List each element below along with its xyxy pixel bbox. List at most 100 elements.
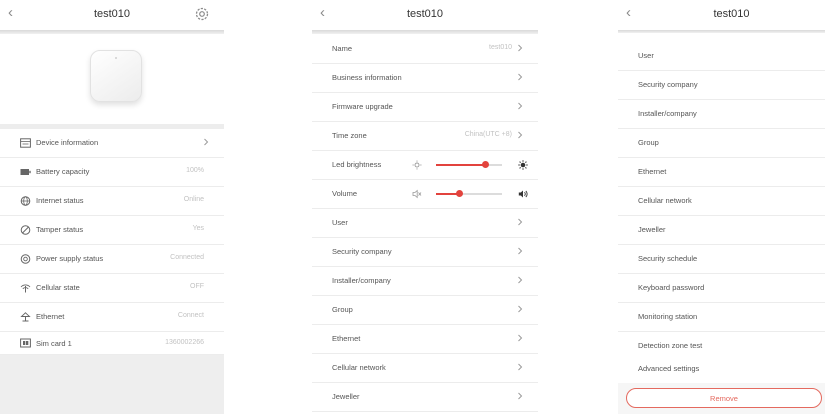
row-monitoring-station[interactable]: Monitoring station — [618, 303, 825, 332]
row-group[interactable]: Group — [618, 129, 825, 158]
row-power-supply-status: Power supply status Connected — [0, 245, 224, 274]
led-brightness-slider[interactable] — [436, 161, 502, 168]
row-firmware-upgrade[interactable]: Firmware upgrade — [312, 93, 538, 122]
row-label: Installer/company — [638, 109, 697, 118]
top-bar: ‹ test010 — [618, 0, 825, 30]
slider-knob[interactable] — [455, 190, 463, 197]
row-device-information[interactable]: Device information — [0, 129, 224, 158]
row-label: Detection zone test — [638, 341, 703, 350]
remove-button[interactable]: Remove — [626, 388, 822, 408]
row-value: Connect — [177, 312, 204, 319]
chevron-right-icon — [518, 102, 523, 110]
chevron-right-icon — [204, 138, 209, 146]
row-value: Yes — [192, 225, 204, 232]
slider-fill — [436, 164, 486, 166]
header-divider — [312, 30, 538, 34]
volume-mute-icon — [412, 189, 422, 199]
row-volume: Volume — [312, 180, 538, 209]
row-label: Security company — [638, 80, 698, 89]
row-label: Power supply status — [36, 254, 104, 263]
row-label: Device information — [36, 138, 99, 147]
row-value: Online — [183, 196, 204, 203]
chevron-right-icon — [518, 305, 523, 313]
top-bar: ‹ test010 — [0, 0, 224, 30]
device-status-screen: ‹ test010 Device information Battery cap… — [0, 0, 224, 414]
row-label: Jeweller — [332, 392, 360, 401]
volume-high-icon — [518, 190, 528, 198]
row-ethernet[interactable]: Ethernet — [618, 158, 825, 187]
page-title: test010 — [93, 8, 131, 20]
row-label: Security schedule — [638, 254, 698, 263]
volume-slider[interactable] — [436, 190, 502, 197]
brightness-low-icon — [412, 160, 422, 170]
row-ethernet[interactable]: Ethernet — [312, 325, 538, 354]
row-keyboard-password[interactable]: Keyboard password — [618, 274, 825, 303]
brightness-high-icon — [518, 160, 528, 170]
chevron-right-icon — [518, 392, 523, 400]
row-security-company[interactable]: Security company — [618, 71, 825, 100]
chevron-right-icon — [518, 44, 523, 52]
chevron-right-icon — [518, 73, 523, 81]
row-cellular-state: Cellular state OFF — [0, 274, 224, 303]
row-internet-status: Internet status Online — [0, 187, 224, 216]
row-label: Sim card 1 — [36, 339, 72, 348]
row-time-zone[interactable]: Time zone China(UTC +8) — [312, 122, 538, 151]
gear-icon[interactable] — [194, 6, 210, 22]
row-business-information[interactable]: Business information — [312, 64, 538, 93]
chevron-right-icon — [518, 363, 523, 371]
row-user[interactable]: User — [618, 42, 825, 71]
row-label: Ethernet — [638, 167, 667, 176]
row-group[interactable]: Group — [312, 296, 538, 325]
chevron-right-icon — [518, 247, 523, 255]
row-name[interactable]: Name test010 — [312, 35, 538, 64]
slider-knob[interactable] — [482, 161, 489, 168]
page-title: test010 — [713, 8, 750, 20]
cellular-icon — [20, 284, 31, 293]
power-supply-icon — [20, 254, 31, 264]
row-label: User — [638, 51, 654, 60]
row-label: Monitoring station — [638, 312, 698, 321]
row-security-company[interactable]: Security company — [312, 238, 538, 267]
row-ethernet: Ethernet Connect — [0, 303, 224, 332]
chevron-right-icon — [518, 334, 523, 342]
device-led — [115, 57, 117, 59]
row-value: 100% — [186, 167, 204, 174]
row-installer-company[interactable]: Installer/company — [618, 100, 825, 129]
row-value: test010 — [489, 44, 512, 51]
sim-card-icon — [20, 338, 31, 348]
row-jeweller[interactable]: Jeweller — [312, 383, 538, 412]
row-label: Group — [332, 305, 353, 314]
remove-area: Remove — [618, 383, 825, 414]
row-battery-capacity: Battery capacity 100% — [0, 158, 224, 187]
row-jeweller[interactable]: Jeweller — [618, 216, 825, 245]
row-label: User — [332, 218, 348, 227]
device-settings-screen: ‹ test010 Name test010 Business informat… — [312, 0, 538, 414]
row-security-schedule[interactable]: Security schedule — [618, 245, 825, 274]
footer-area — [0, 355, 224, 414]
row-label: Cellular network — [638, 196, 692, 205]
row-label: Internet status — [36, 196, 84, 205]
row-user[interactable]: User — [312, 209, 538, 238]
row-label: Advanced settings — [638, 364, 700, 373]
row-label: Ethernet — [36, 312, 65, 321]
chevron-right-icon — [518, 218, 523, 226]
device-image-area — [0, 36, 224, 124]
tamper-icon — [20, 225, 31, 235]
row-value: Connected — [170, 254, 204, 261]
chevron-right-icon — [518, 276, 523, 284]
row-label: Led brightness — [332, 160, 382, 169]
device-image — [90, 50, 142, 102]
row-label: Cellular network — [332, 363, 386, 372]
row-cellular-network[interactable]: Cellular network — [312, 354, 538, 383]
row-label: Tamper status — [36, 225, 84, 234]
row-installer-company[interactable]: Installer/company — [312, 267, 538, 296]
row-sim-card-1: Sim card 1 1360002266 — [0, 332, 224, 355]
row-advanced-settings[interactable]: Advanced settings — [618, 355, 825, 384]
row-label: Group — [638, 138, 659, 147]
header-divider — [0, 30, 224, 34]
row-label: Ethernet — [332, 334, 361, 343]
row-value: 1360002266 — [165, 339, 204, 346]
row-cellular-network[interactable]: Cellular network — [618, 187, 825, 216]
row-label: Security company — [332, 247, 392, 256]
row-label: Time zone — [332, 131, 367, 140]
